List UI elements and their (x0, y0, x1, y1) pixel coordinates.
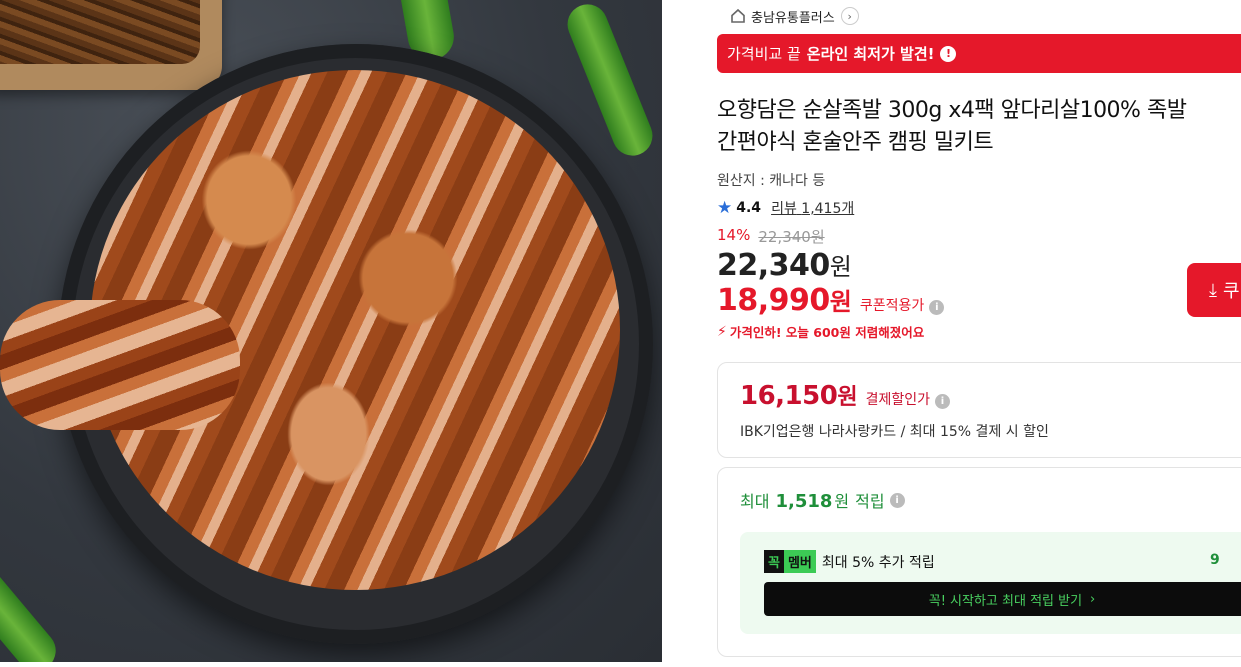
discount-row: 14% 22,340원 (717, 226, 825, 247)
banner-prefix: 가격비교 끝 (727, 45, 801, 63)
card-discount-box[interactable]: 16,150 원 결제할인가 i IBK기업은행 나라사랑카드 / 최대 15% … (717, 362, 1241, 458)
jokbal-slice-left (0, 300, 240, 430)
member-reward-head: 꼭 멤버 최대 5% 추가 적립 (764, 550, 935, 573)
sale-price-unit: 원 (829, 253, 852, 281)
lowest-price-banner[interactable]: 가격비교 끝 온라인 최저가 발견! ! (717, 34, 1241, 73)
product-title: 오향담은 순살족발 300g x4팩 앞다리살100% 족발 간편야식 혼술안주… (717, 95, 1241, 159)
wooden-board (0, 0, 222, 90)
member-cta-button[interactable]: 꼭! 시작하고 최대 적립 받기 › (764, 582, 1241, 616)
reward-info-icon[interactable]: i (889, 492, 905, 508)
coupon-price-amount: 18,990 (717, 283, 830, 318)
max-reward-prefix: 최대 (740, 492, 770, 511)
review-link[interactable]: 리뷰 1,415개 (771, 198, 854, 218)
discount-rate: 14% (717, 226, 751, 244)
product-title-line2: 간편야식 혼술안주 캠핑 밀키트 (717, 130, 994, 155)
coupon-download-label: 쿠 (1222, 281, 1240, 302)
max-reward: 최대 1,518 원 적립 i (740, 488, 905, 512)
member-reward-panel: 꼭 멤버 최대 5% 추가 적립 9 꼭! 시작하고 최대 적립 받기 › (740, 532, 1241, 634)
rating-score: 4.4 (736, 200, 762, 216)
member-badge-k: 꼭 (764, 550, 784, 573)
coupon-price-label: 쿠폰적용가 (859, 298, 925, 314)
price-drop-notice: ⚡ 가격인하! 오늘 600원 저렴해졌어요 (717, 322, 924, 341)
max-reward-unit: 원 (834, 492, 850, 511)
max-reward-label: 적립 (855, 492, 885, 511)
info-icon[interactable]: ! (940, 45, 957, 62)
card-discount-price: 16,150 원 결제할인가 i (740, 379, 950, 411)
sale-price-amount: 22,340 (717, 248, 830, 283)
max-reward-points: 1,518 (775, 491, 833, 512)
rating-row: ★ 4.4 리뷰 1,415개 (717, 198, 854, 218)
product-title-line1: 오향담은 순살족발 300g x4팩 앞다리살100% 족발 (717, 98, 1187, 123)
coupon-price: 18,990 원 쿠폰적용가 i (717, 282, 945, 318)
reward-box: 최대 1,518 원 적립 i 꼭 멤버 최대 5% 추가 적립 9 꼭! 시작하… (717, 467, 1241, 657)
member-reward-value: 9 (1210, 552, 1220, 568)
price-drop-text: 가격인하! 오늘 600원 저렴해졌어요 (729, 325, 925, 340)
card-discount-unit: 원 (837, 385, 858, 410)
member-badge: 꼭 멤버 (764, 550, 816, 573)
star-icon: ★ (717, 198, 733, 218)
download-icon: ⤓ (1209, 279, 1217, 301)
banner-highlight: 온라인 최저가 발견! (806, 45, 935, 63)
seller-link[interactable]: 충남유통플러스 › (729, 6, 859, 26)
member-reward-text: 최대 5% 추가 적립 (821, 554, 935, 571)
member-cta-label: 꼭! 시작하고 최대 적립 받기 (928, 593, 1083, 609)
review-label: 리뷰 (771, 201, 797, 217)
home-icon (729, 7, 747, 25)
original-price: 22,340원 (758, 228, 825, 246)
chevron-right-icon: › (1090, 591, 1096, 607)
product-image[interactable] (0, 0, 662, 662)
card-discount-info-icon[interactable]: i (935, 394, 950, 409)
member-badge-m: 멤버 (783, 550, 816, 573)
card-discount-desc: IBK기업은행 나라사랑카드 / 최대 15% 결제 시 할인 (740, 424, 1049, 440)
product-info-panel: 충남유통플러스 › 가격비교 끝 온라인 최저가 발견! ! 오향담은 순살족발… (717, 0, 1241, 667)
coupon-price-unit: 원 (829, 288, 852, 316)
review-count: 1,415개 (801, 201, 855, 217)
coupon-download-button[interactable]: ⤓ 쿠 (1187, 263, 1241, 317)
card-discount-amount: 16,150 (740, 381, 838, 411)
card-discount-label: 결제할인가 (865, 392, 930, 408)
price-down-icon: ⚡ (717, 323, 727, 340)
seller-name: 충남유통플러스 (751, 10, 835, 26)
origin-text: 원산지 : 캐나다 등 (717, 173, 826, 189)
sale-price: 22,340원 (717, 247, 852, 283)
chevron-right-icon: › (840, 7, 859, 25)
coupon-info-icon[interactable]: i (929, 300, 945, 315)
